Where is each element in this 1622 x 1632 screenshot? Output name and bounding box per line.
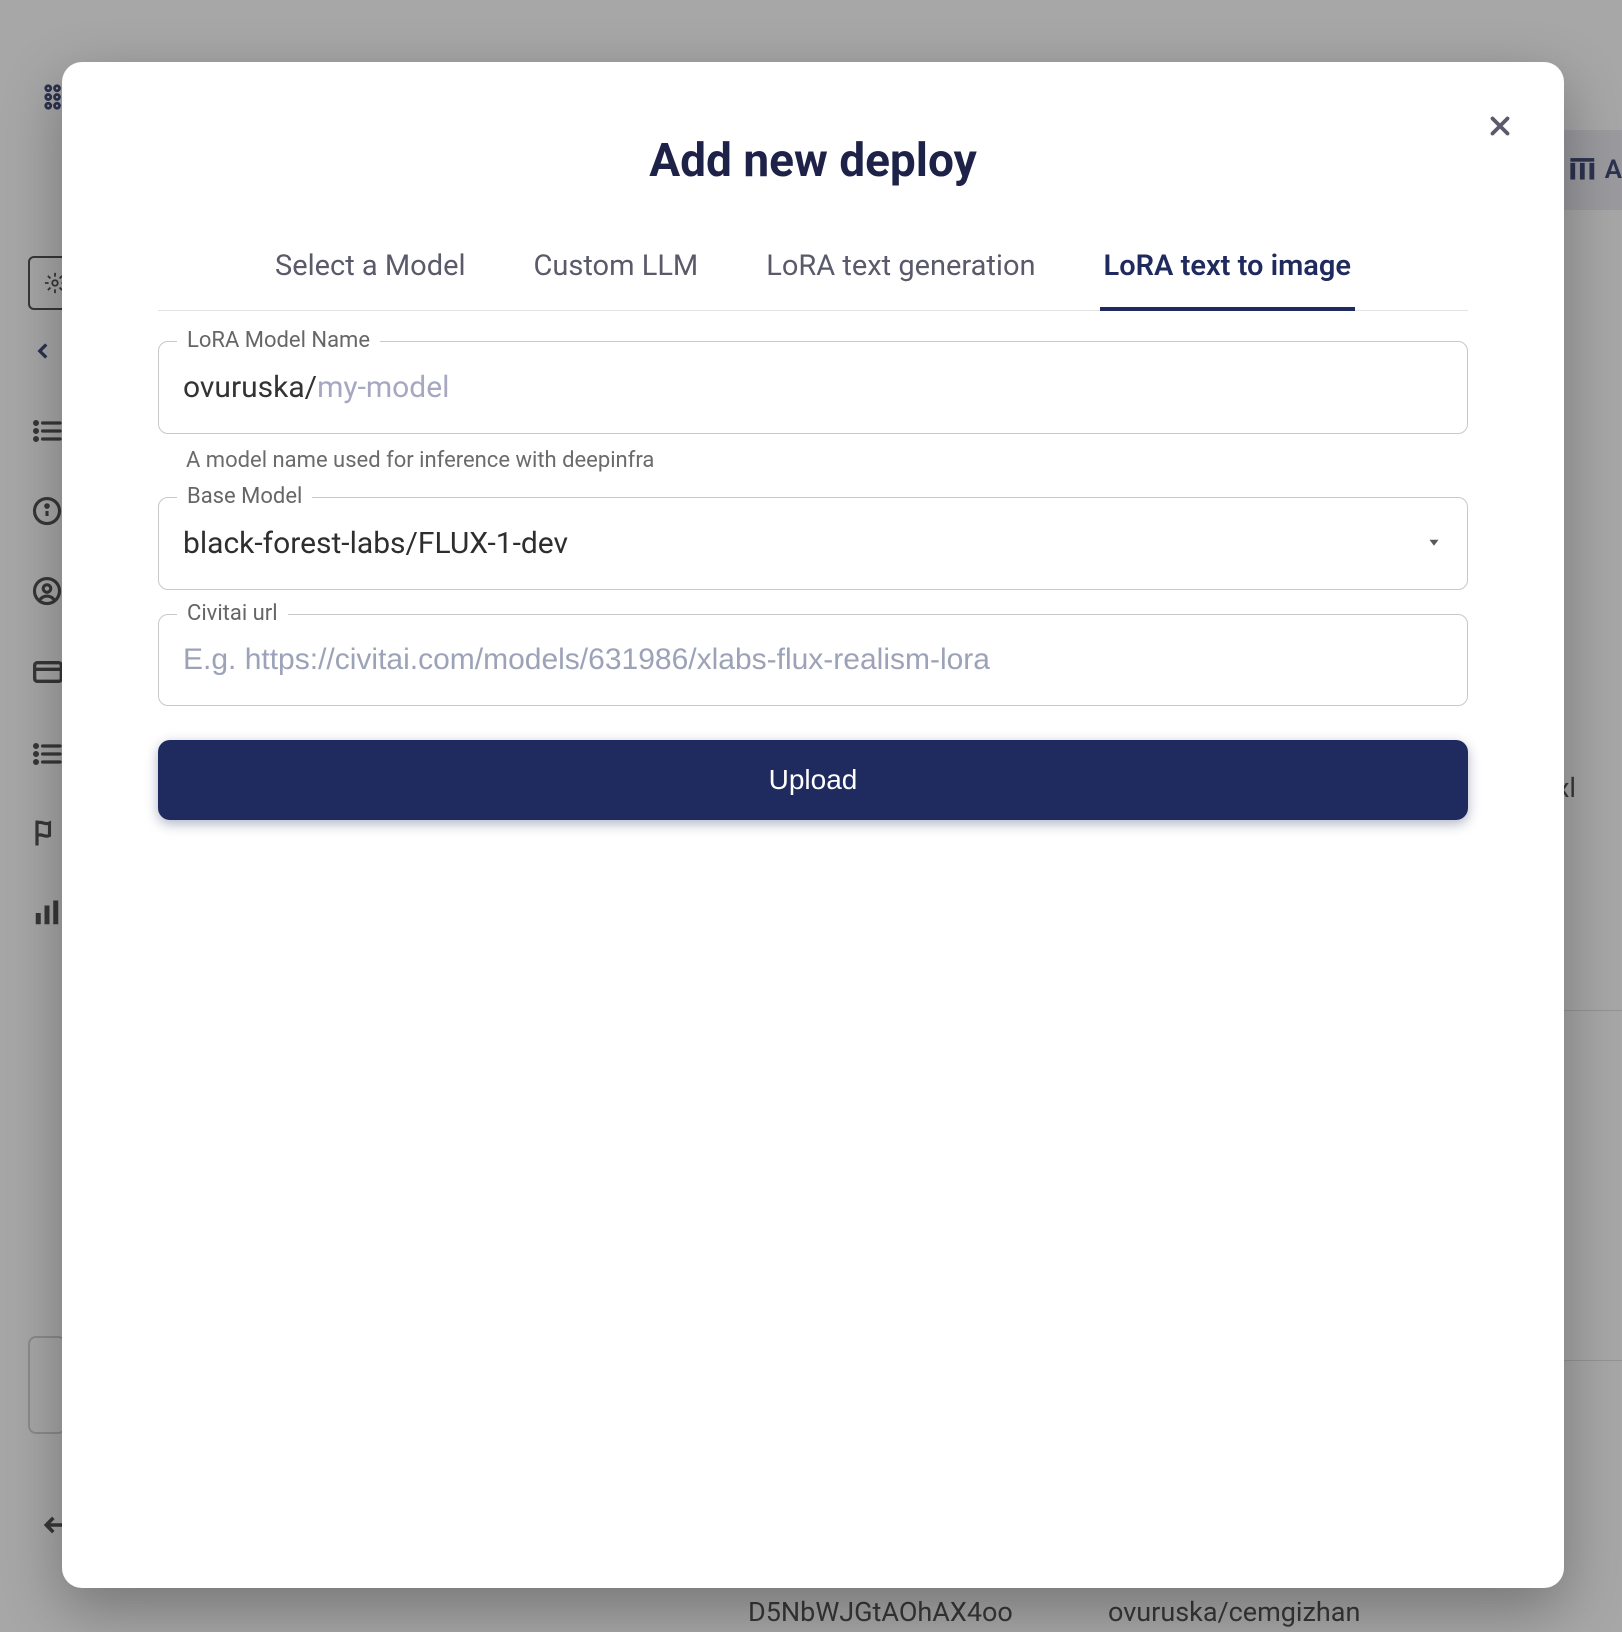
chevron-down-icon [1425,533,1443,555]
field-legend: Civitai url [177,601,288,626]
civitai-url-input[interactable] [183,643,1443,677]
field-base-model[interactable]: Base Model black-forest-labs/FLUX-1-dev [158,497,1468,590]
model-name-prefix: ovuruska/ [183,370,317,405]
tab-select-model[interactable]: Select a Model [271,237,470,311]
close-icon[interactable] [1480,106,1520,146]
modal-tabs: Select a Model Custom LLM LoRA text gene… [158,236,1468,311]
upload-button[interactable]: Upload [158,740,1468,820]
tab-custom-llm[interactable]: Custom LLM [530,237,703,311]
modal-title: Add new deploy [110,134,1516,188]
field-model-name: LoRA Model Name ovuruska/my-model [158,341,1468,434]
model-name-placeholder[interactable]: my-model [317,370,449,405]
modal-overlay: Add new deploy Select a Model Custom LLM… [0,0,1622,1632]
tab-lora-text-gen[interactable]: LoRA text generation [762,237,1039,311]
field-legend: LoRA Model Name [177,328,380,353]
base-model-value: black-forest-labs/FLUX-1-dev [183,526,568,561]
model-name-helper: A model name used for inference with dee… [186,448,1468,473]
tab-lora-text-to-image[interactable]: LoRA text to image [1100,237,1355,311]
field-civitai-url: Civitai url [158,614,1468,706]
add-deploy-modal: Add new deploy Select a Model Custom LLM… [62,62,1564,1588]
field-legend: Base Model [177,484,312,509]
deploy-form: LoRA Model Name ovuruska/my-model A mode… [158,341,1468,820]
